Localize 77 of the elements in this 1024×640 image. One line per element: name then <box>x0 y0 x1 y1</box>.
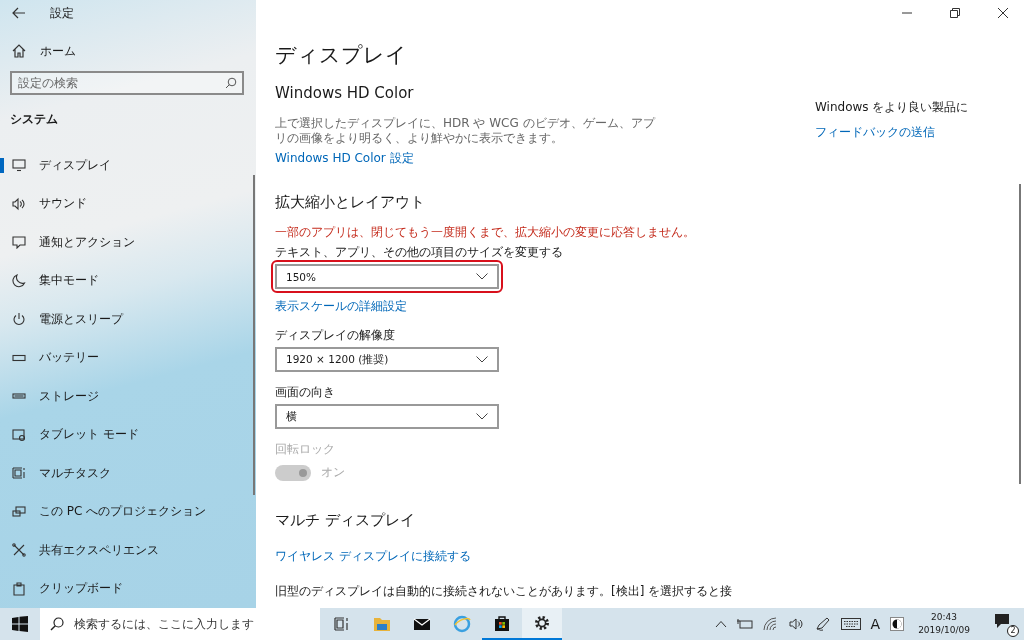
window-title: 設定 <box>50 4 74 22</box>
sidebar-item[interactable]: 電源とスリープ <box>0 300 256 339</box>
display-icon <box>12 158 26 173</box>
notify-icon <box>12 235 26 250</box>
volume-icon[interactable] <box>788 617 805 631</box>
battery-icon[interactable] <box>736 618 753 630</box>
taskbar-button[interactable] <box>522 608 562 640</box>
wireless-display-link[interactable]: ワイヤレス ディスプレイに接続する <box>275 548 815 565</box>
store-icon <box>493 614 511 632</box>
clipboard-icon <box>12 581 26 596</box>
time-text: 20:43 <box>931 611 958 624</box>
dropdown[interactable]: 1920 × 1200 (推奨) <box>275 347 499 372</box>
notification-count: 2 <box>1007 625 1019 637</box>
search-icon <box>225 77 237 89</box>
browser-icon <box>453 615 471 633</box>
sound-icon <box>12 196 26 211</box>
sidebar-item[interactable]: クリップボード <box>0 569 256 608</box>
moon-icon <box>12 273 26 288</box>
warning-text: 一部のアプリは、閉じてもう一度開くまで、拡大縮小の変更に応答しません。 <box>275 224 696 241</box>
chevron-up-icon[interactable] <box>714 620 727 628</box>
field-label: テキスト、アプリ、その他の項目のサイズを変更する <box>275 244 564 261</box>
section-heading: Windows HD Color <box>275 84 415 102</box>
sidebar-item[interactable]: この PC へのプロジェクション <box>0 492 256 531</box>
power-icon <box>12 312 26 327</box>
input-mode-indicator[interactable]: A <box>870 616 881 632</box>
folder-icon <box>373 615 391 633</box>
section-heading: システム <box>9 111 59 128</box>
field-label: 回転ロック <box>275 441 336 458</box>
multitask-icon <box>12 466 26 481</box>
sidebar-item[interactable]: マルチタスク <box>0 454 256 493</box>
description-text: 旧型のディスプレイは自動的に接続されないことがあります。[検出] を選択すると接 <box>275 583 734 600</box>
sidebar-item[interactable]: ディスプレイ <box>0 146 256 185</box>
keyboard-icon[interactable] <box>840 618 861 630</box>
feedback-prompt: Windows をより良い製品に <box>815 99 969 116</box>
toggle-state: オン <box>321 464 345 481</box>
project-icon <box>12 504 26 519</box>
field-label: ディスプレイの解像度 <box>275 327 396 344</box>
sidebar-item[interactable]: サウンド <box>0 184 256 223</box>
notification-icon[interactable] <box>994 613 1010 629</box>
section-heading: 拡大縮小とレイアウト <box>275 193 426 212</box>
feedback-link[interactable]: フィードバックの送信 <box>815 124 969 141</box>
sidebar-item[interactable]: 通知とアクション <box>0 223 256 262</box>
section-heading: マルチ ディスプレイ <box>275 511 416 530</box>
close-icon[interactable] <box>998 8 1008 18</box>
tablet-icon <box>12 427 26 442</box>
pen-icon[interactable] <box>814 617 831 631</box>
sidebar-item[interactable]: 集中モード <box>0 261 256 300</box>
settings-icon <box>533 614 551 632</box>
date-text: 2019/10/09 <box>918 624 970 637</box>
home-link[interactable]: ホーム <box>0 26 256 63</box>
clock[interactable]: 20:43 2019/10/09 <box>918 611 970 637</box>
chevron-down-icon <box>476 413 488 420</box>
scrollbar[interactable] <box>253 175 255 495</box>
chevron-down-icon <box>476 356 488 363</box>
sidebar-item[interactable]: ストレージ <box>0 377 256 416</box>
start-icon[interactable] <box>12 616 28 632</box>
taskbar-search-field[interactable]: 検索するには、ここに入力します <box>40 608 320 640</box>
back-arrow-icon[interactable] <box>12 7 26 19</box>
sidebar-item[interactable]: バッテリー <box>0 338 256 377</box>
share-icon <box>12 543 26 558</box>
taskview-icon <box>333 615 351 633</box>
half-moon-icon[interactable] <box>890 617 905 631</box>
hd-color-settings-link[interactable]: Windows HD Color 設定 <box>275 150 815 167</box>
home-icon <box>12 44 26 58</box>
chevron-down-icon <box>476 273 488 280</box>
scrollbar[interactable] <box>1019 184 1021 484</box>
restore-icon[interactable] <box>950 8 960 18</box>
sidebar-item[interactable]: タブレット モード <box>0 415 256 454</box>
advanced-scaling-link[interactable]: 表示スケールの詳細設定 <box>275 298 815 315</box>
dropdown[interactable]: 横 <box>275 404 499 429</box>
wifi-icon[interactable] <box>762 617 779 631</box>
search-field[interactable]: 設定の検索 <box>10 71 244 95</box>
page-title: ディスプレイ <box>275 42 408 69</box>
sidebar-item[interactable]: 共有エクスペリエンス <box>0 531 256 570</box>
dropdown[interactable]: 150% <box>275 264 499 289</box>
description-text: 上で選択したディスプレイに、HDR や WCG のビデオ、ゲーム、アプリの画像をより明るく、より鮮やかに表示できます。 <box>275 116 657 146</box>
field-label: 画面の向き <box>275 384 336 401</box>
